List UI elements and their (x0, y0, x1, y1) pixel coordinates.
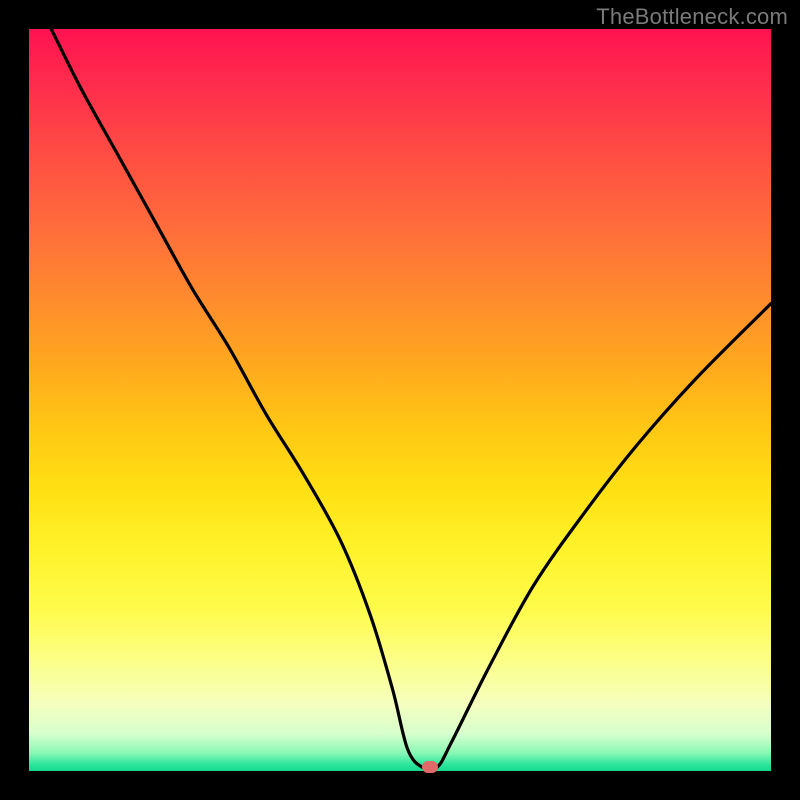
watermark-text: TheBottleneck.com (596, 4, 788, 30)
curve-svg (29, 29, 771, 771)
minimum-marker (422, 761, 438, 773)
bottleneck-curve (51, 29, 771, 770)
chart-frame: TheBottleneck.com (0, 0, 800, 800)
plot-area (29, 29, 771, 771)
